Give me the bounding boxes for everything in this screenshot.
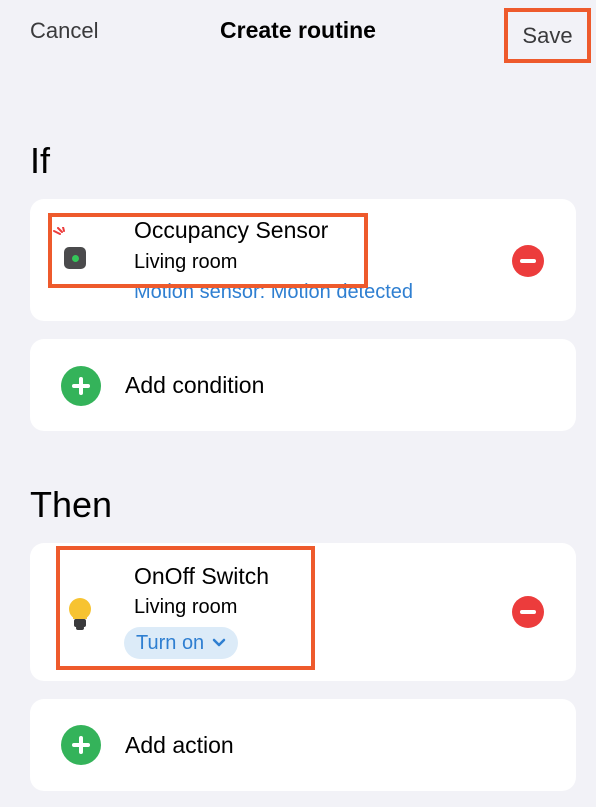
remove-action-button[interactable] <box>512 596 544 628</box>
navigation-bar: Cancel Create routine Save <box>0 0 596 68</box>
remove-condition-button[interactable] <box>512 245 544 277</box>
save-button[interactable]: Save <box>504 8 591 63</box>
add-condition-icon[interactable] <box>61 366 101 406</box>
add-action-row[interactable]: Add action <box>30 699 576 791</box>
action-highlight <box>56 546 315 670</box>
if-section-title: If <box>30 140 51 181</box>
then-section-title: Then <box>30 484 113 525</box>
add-condition-label[interactable]: Add condition <box>125 372 264 399</box>
add-action-label[interactable]: Add action <box>125 732 234 759</box>
add-action-icon[interactable] <box>61 725 101 765</box>
condition-highlight <box>48 213 368 288</box>
add-condition-row[interactable]: Add condition <box>30 339 576 431</box>
